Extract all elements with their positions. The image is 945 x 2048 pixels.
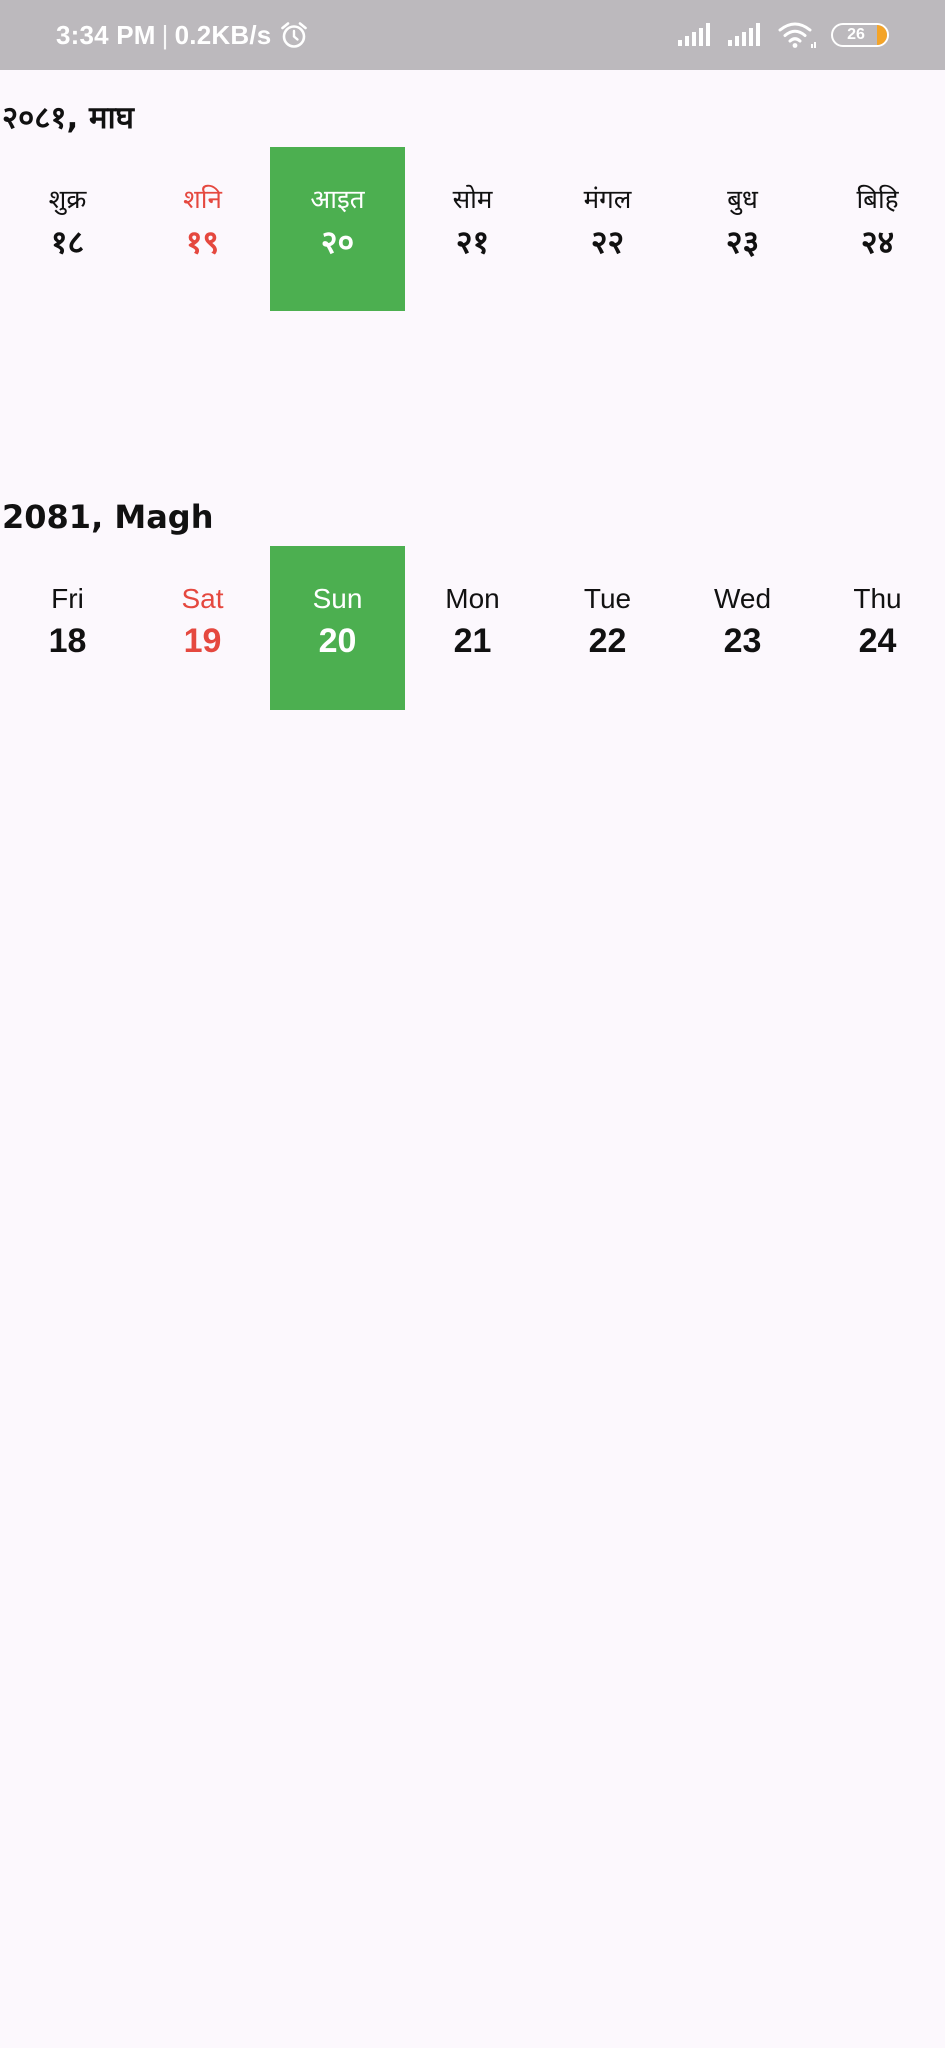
day-date: २४ [860,223,895,261]
status-left: 3:34 PM | 0.2KB/s [56,0,309,70]
day-name: बिहि [856,185,899,215]
wifi-icon [778,22,816,48]
day-date: २० [320,223,355,261]
nepali-day-cell[interactable]: बुध २३ [675,147,810,311]
english-day-cell[interactable]: Sat 19 [135,546,270,710]
english-day-cell[interactable]: Mon 21 [405,546,540,710]
signal-icon [678,23,710,46]
day-name: शनि [183,185,222,215]
english-day-cell[interactable]: Fri 18 [0,546,135,710]
day-date: 24 [858,622,897,660]
status-bar: 3:34 PM | 0.2KB/s 26 [0,0,945,70]
day-name: मंगल [583,185,632,215]
alarm-icon [281,22,308,48]
day-name: Wed [713,583,772,614]
day-name: आइत [310,185,365,215]
english-day-cell[interactable]: Wed 23 [675,546,810,710]
day-name: Sun [312,583,363,614]
english-month-title: 2081, Magh [2,498,214,536]
day-date: 21 [453,622,492,660]
day-date: 23 [723,622,762,660]
day-name: सोम [452,185,493,215]
english-day-cell[interactable]: Tue 22 [540,546,675,710]
nepali-day-cell[interactable]: बिहि २४ [810,147,945,311]
day-name: Mon [445,583,500,614]
day-date: 20 [318,622,357,660]
day-name: Tue [583,583,632,614]
nepali-month-title: २०८१, माघ [2,100,134,136]
nepali-day-cell-selected[interactable]: आइत २० [270,147,405,311]
network-speed: 0.2KB/s [174,19,272,50]
battery-icon: 26 [831,23,889,47]
day-date: 18 [48,622,87,660]
status-right: 26 [677,0,889,70]
status-time: 3:34 PM [56,19,156,50]
day-date: १९ [185,223,220,261]
day-date: 19 [183,622,222,660]
nepali-day-cell[interactable]: शुक्र १८ [0,147,135,311]
signal-icon [728,23,760,46]
day-date: २३ [725,223,760,261]
status-separator: | [161,19,169,50]
day-date: १८ [50,223,85,261]
nepali-week-row: शुक्र १८ शनि १९ आइत २० सोम २१ मंगल २२ बु… [0,147,945,311]
english-day-cell-selected[interactable]: Sun 20 [270,546,405,710]
day-name: Fri [51,583,84,614]
nepali-day-cell[interactable]: शनि १९ [135,147,270,311]
day-name: बुध [727,185,758,215]
day-date: २१ [455,223,490,261]
english-week-row: Fri 18 Sat 19 Sun 20 Mon 21 Tue 22 Wed 2… [0,546,945,710]
day-name: Sat [181,583,224,614]
english-day-cell[interactable]: Thu 24 [810,546,945,710]
day-date: 22 [588,622,627,660]
day-name: Thu [853,583,902,614]
battery-level-fill [877,25,887,45]
nepali-day-cell[interactable]: सोम २१ [405,147,540,311]
battery-level: 26 [847,26,865,43]
nepali-day-cell[interactable]: मंगल २२ [540,147,675,311]
day-name: शुक्र [48,185,87,215]
day-date: २२ [590,223,625,261]
